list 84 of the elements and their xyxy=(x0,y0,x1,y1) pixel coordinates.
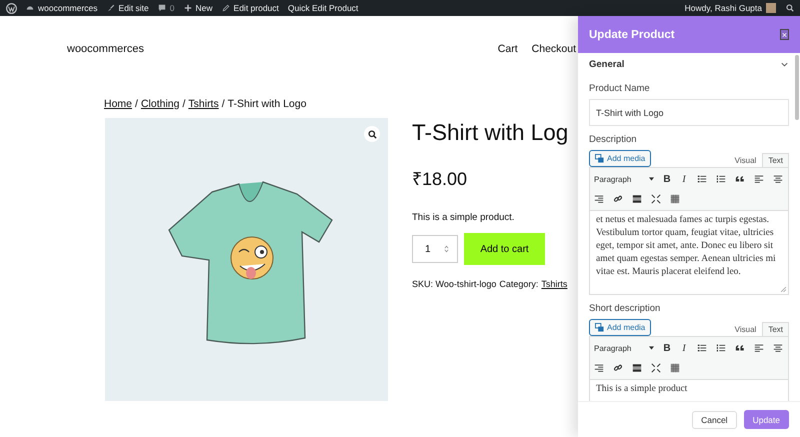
read-more-icon[interactable] xyxy=(632,363,642,373)
product-name-field[interactable]: T-Shirt with Logo xyxy=(589,99,789,126)
align-center-icon[interactable] xyxy=(773,343,783,353)
product-title: T-Shirt with Log xyxy=(412,119,568,147)
read-more-icon[interactable] xyxy=(632,194,642,204)
align-left-icon[interactable] xyxy=(754,174,764,184)
field-label: Product Name xyxy=(589,83,651,94)
admin-bar-link[interactable]: 0 xyxy=(158,3,175,13)
nav-link[interactable]: Checkout xyxy=(532,43,576,55)
fullscreen-icon[interactable] xyxy=(651,194,661,204)
close-button[interactable]: × xyxy=(780,29,789,40)
toolbar-toggle-icon[interactable] xyxy=(670,194,680,204)
align-left-icon[interactable] xyxy=(754,343,764,353)
section-toggle[interactable]: General xyxy=(589,53,789,75)
breadcrumb-current: T-Shirt with Logo xyxy=(228,98,306,110)
numbered-list-icon[interactable] xyxy=(716,343,726,353)
editor-text-area[interactable] xyxy=(589,211,789,295)
editor-content: This is a simple product xyxy=(596,383,688,396)
numbered-list-icon[interactable] xyxy=(716,174,726,184)
category-link[interactable]: Tshirts xyxy=(541,279,568,289)
media-icon xyxy=(595,323,604,332)
align-right-icon[interactable] xyxy=(594,363,604,373)
admin-bar-link[interactable]: Quick Edit Product xyxy=(288,3,358,13)
field-label: Short description xyxy=(589,303,662,314)
admin-bar-link[interactable]: woocommerces xyxy=(26,3,98,13)
site-title[interactable]: woocommerces xyxy=(67,43,144,55)
add-to-cart-button[interactable]: Add to cart xyxy=(464,233,545,265)
field-label: Description xyxy=(589,134,638,145)
dashboard-icon xyxy=(26,4,34,12)
add-media-button[interactable]: Add media xyxy=(589,150,652,167)
nav-link[interactable]: Cart xyxy=(498,43,518,55)
breadcrumb-separator: / xyxy=(222,98,225,110)
breadcrumb-separator: / xyxy=(135,98,138,110)
cancel-button[interactable]: Cancel xyxy=(692,410,737,428)
italic-button[interactable]: I xyxy=(680,342,688,354)
link-icon[interactable] xyxy=(613,363,623,373)
editor-tab[interactable]: Text xyxy=(762,322,789,336)
category-label: Category: xyxy=(499,279,538,289)
product-sku: SKU: Woo-tshirt-logo xyxy=(412,279,496,289)
editor-tab[interactable]: Text xyxy=(762,153,789,167)
editor-content: et netus et malesuada fames ac turpis egestas. Vestibulum tortor quam, feugiat vitae, ultricies eget, tempor sit amet, ante. Donec eu libero sit amet quam egestas semper. Aenean ultricies mi vitae est. Mauris placerat eleifend leo. xyxy=(596,214,777,279)
admin-bar-link[interactable]: Edit site xyxy=(106,3,149,13)
quote-icon[interactable] xyxy=(735,174,745,184)
format-dropdown[interactable]: Paragraph xyxy=(594,344,654,352)
brush-icon xyxy=(106,4,115,12)
caret-icon xyxy=(649,177,654,181)
editor-tab[interactable]: Visual xyxy=(728,322,762,336)
bold-button[interactable]: B xyxy=(663,174,671,184)
bullet-list-icon[interactable] xyxy=(697,343,707,353)
link-icon[interactable] xyxy=(613,194,623,204)
breadcrumb-separator: / xyxy=(182,98,186,110)
avatar-placeholder xyxy=(766,3,776,13)
fullscreen-icon[interactable] xyxy=(651,363,661,373)
editor-tab[interactable]: Visual xyxy=(728,153,762,167)
comment-icon xyxy=(158,4,166,12)
plus-icon xyxy=(184,4,192,12)
magnifier-icon xyxy=(368,130,376,138)
format-dropdown[interactable]: Paragraph xyxy=(594,174,654,184)
pencil-icon xyxy=(222,4,230,12)
panel-title: Update Product xyxy=(589,28,675,40)
add-media-button[interactable]: Add media xyxy=(589,319,652,336)
breadcrumb-link[interactable]: Clothing xyxy=(140,98,180,110)
quote-icon[interactable] xyxy=(735,343,745,353)
align-center-icon[interactable] xyxy=(773,174,783,184)
quantity-field[interactable]: 1 xyxy=(412,235,458,263)
spinner-icon xyxy=(444,245,449,253)
resize-handle-icon[interactable] xyxy=(781,287,786,292)
search-icon[interactable] xyxy=(786,4,794,12)
product-price: ₹18.00 xyxy=(412,168,468,190)
breadcrumb-link[interactable]: Tshirts xyxy=(188,98,219,110)
zoom-button[interactable] xyxy=(364,126,380,142)
bullet-list-icon[interactable] xyxy=(697,174,707,184)
italic-button[interactable]: I xyxy=(680,174,688,184)
account-link[interactable]: Howdy, Rashi Gupta xyxy=(684,3,762,13)
wordpress-logo-icon[interactable] xyxy=(6,2,17,14)
admin-bar-link[interactable]: New xyxy=(184,3,213,13)
caret-icon xyxy=(649,346,654,350)
media-icon xyxy=(595,154,604,163)
toolbar-toggle-icon[interactable] xyxy=(670,363,680,373)
bold-button[interactable]: B xyxy=(663,342,671,354)
product-summary: This is a simple product. xyxy=(412,212,516,223)
align-right-icon[interactable] xyxy=(594,194,604,204)
breadcrumb-link[interactable]: Home xyxy=(104,98,132,110)
admin-bar-link[interactable]: Edit product xyxy=(222,3,279,13)
